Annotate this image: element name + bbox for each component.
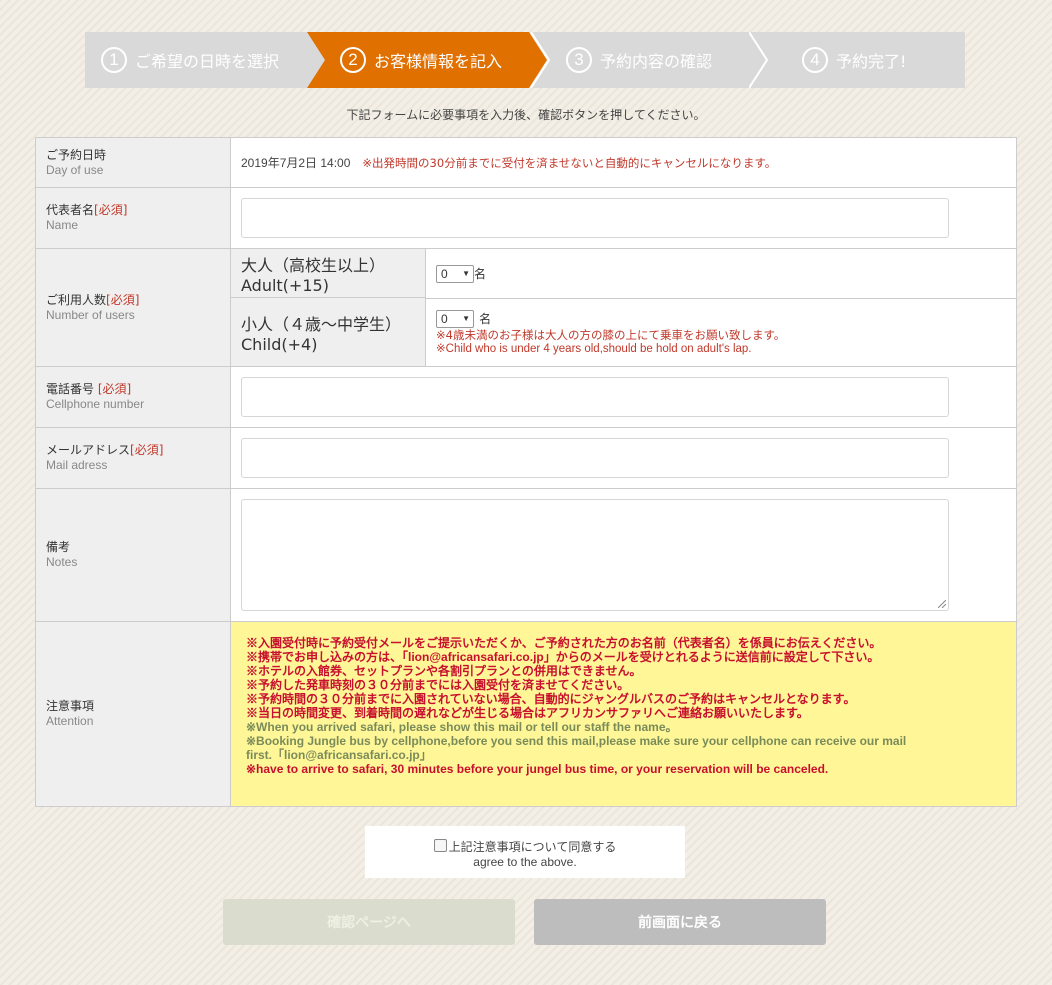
row-mail: メールアドレス[必須] Mail adress <box>36 428 1016 489</box>
agree-checkbox[interactable] <box>433 839 447 852</box>
mail-label: メールアドレス[必須] Mail adress <box>36 428 231 488</box>
attention-line: ※予約時間の３０分前までに入園されていない場合、自動的にジャングルバスのご予約は… <box>246 692 856 706</box>
row-users: ご利用人数[必須] Number of users 大人（高校生以上） Adul… <box>36 249 1016 367</box>
step-label: 予約内容の確認 <box>600 52 713 71</box>
name-label: 代表者名[必須] Name <box>36 188 231 248</box>
phone-input[interactable] <box>241 377 949 417</box>
child-note-en: ※Child who is under 4 years old,should b… <box>436 342 752 355</box>
step-4: 4 予約完了! <box>749 32 965 88</box>
notes-textarea[interactable] <box>241 499 949 611</box>
attention-line: ※予約した発車時刻の３０分前までには入園受付を済ませてください。 <box>246 678 630 692</box>
notes-label: 備考 Notes <box>36 489 231 621</box>
step-3: 3 予約内容の確認 <box>531 32 771 88</box>
confirm-page-button[interactable]: 確認ページへ <box>223 899 515 945</box>
name-input[interactable] <box>241 198 949 238</box>
resize-handle-icon[interactable] <box>938 600 946 608</box>
reservation-form: ご予約日時 Day of use 2019年7月2日 14:00 ※出発時間の3… <box>35 137 1017 807</box>
step-number: 4 <box>802 47 828 73</box>
attention-line: ※When you arrived safari, please show th… <box>246 720 678 734</box>
adult-unit: 名 <box>474 267 487 281</box>
child-label: 小人（４歳〜中学生） Child(+4) <box>231 298 426 366</box>
dropdown-arrow-icon: ▼ <box>462 314 470 323</box>
step-number: 3 <box>566 47 592 73</box>
adult-label: 大人（高校生以上） Adult(+15) <box>231 249 426 298</box>
agree-label-en[interactable]: agree to the above. <box>365 855 685 870</box>
step-label: ご希望の日時を選択 <box>135 52 280 71</box>
attention-line: ※ホテルの入館券、セットプランや各割引プランとの併用はできません。 <box>246 664 642 678</box>
child-count-select[interactable]: 0 ▼ <box>436 309 474 328</box>
step-1: 1 ご希望の日時を選択 <box>85 32 335 88</box>
agree-box: 上記注意事項について同意する agree to the above. <box>365 826 685 878</box>
agree-label-jp[interactable]: 上記注意事項について同意する <box>449 840 617 854</box>
child-note-jp: ※4歳未満のお子様は大人の方の膝の上にて乗車をお願い致します。 <box>436 327 786 342</box>
attention-line: ※当日の時間変更、到着時間の遅れなどが生じる場合はアフリカンサファリへご連絡お願… <box>246 706 809 720</box>
back-button[interactable]: 前画面に戻る <box>534 899 826 945</box>
progress-steps: 1 ご希望の日時を選択 2 お客様情報を記入 3 予約内容の確認 4 予約完了! <box>85 32 965 88</box>
step-number: 2 <box>340 47 366 73</box>
child-unit: 名 <box>479 312 492 326</box>
row-attention: 注意事項 Attention ※入園受付時に予約受付メールをご提示いただくか、ご… <box>36 622 1016 806</box>
adult-count-cell: 0 ▼ 名 <box>426 249 1016 299</box>
date-value: 2019年7月2日 14:00 <box>241 156 351 170</box>
date-notice: ※出発時間の30分前までに受付を済ませないと自動的にキャンセルになります。 <box>362 155 777 170</box>
phone-label: 電話番号 [必須] Cellphone number <box>36 367 231 427</box>
child-count-cell: 0 ▼ 名 ※4歳未満のお子様は大人の方の膝の上にて乗車をお願い致します。 ※Ch… <box>426 298 1016 366</box>
attention-line: ※入園受付時に予約受付メールをご提示いただくか、ご予約された方のお名前（代表者名… <box>246 636 882 650</box>
instruction-text: 下記フォームに必要事項を入力後、確認ボタンを押してください。 <box>346 108 706 122</box>
step-2-active: 2 お客様情報を記入 <box>307 32 547 88</box>
attention-label: 注意事項 Attention <box>36 622 231 806</box>
step-label: お客様情報を記入 <box>374 52 503 71</box>
attention-box: ※入園受付時に予約受付メールをご提示いただくか、ご予約された方のお名前（代表者名… <box>231 622 1016 806</box>
adult-count-select[interactable]: 0 ▼ <box>436 264 474 283</box>
row-date: ご予約日時 Day of use 2019年7月2日 14:00 ※出発時間の3… <box>36 138 1016 188</box>
attention-line: first.「lion@africansafari.co.jp」 <box>246 748 432 762</box>
row-notes: 備考 Notes <box>36 489 1016 622</box>
attention-line: ※携帯でお申し込みの方は、「lion@africansafari.co.jp」か… <box>246 650 880 664</box>
attention-line: ※have to arrive to safari, 30 minutes be… <box>246 762 829 776</box>
row-phone: 電話番号 [必須] Cellphone number <box>36 367 1016 428</box>
step-number: 1 <box>101 47 127 73</box>
attention-line: ※Booking Jungle bus by cellphone,before … <box>246 734 907 748</box>
step-label: 予約完了! <box>836 52 907 71</box>
dropdown-arrow-icon: ▼ <box>462 269 470 278</box>
mail-input[interactable] <box>241 438 949 478</box>
date-label: ご予約日時 Day of use <box>36 138 231 187</box>
row-name: 代表者名[必須] Name <box>36 188 1016 249</box>
users-label: ご利用人数[必須] Number of users <box>36 249 231 366</box>
